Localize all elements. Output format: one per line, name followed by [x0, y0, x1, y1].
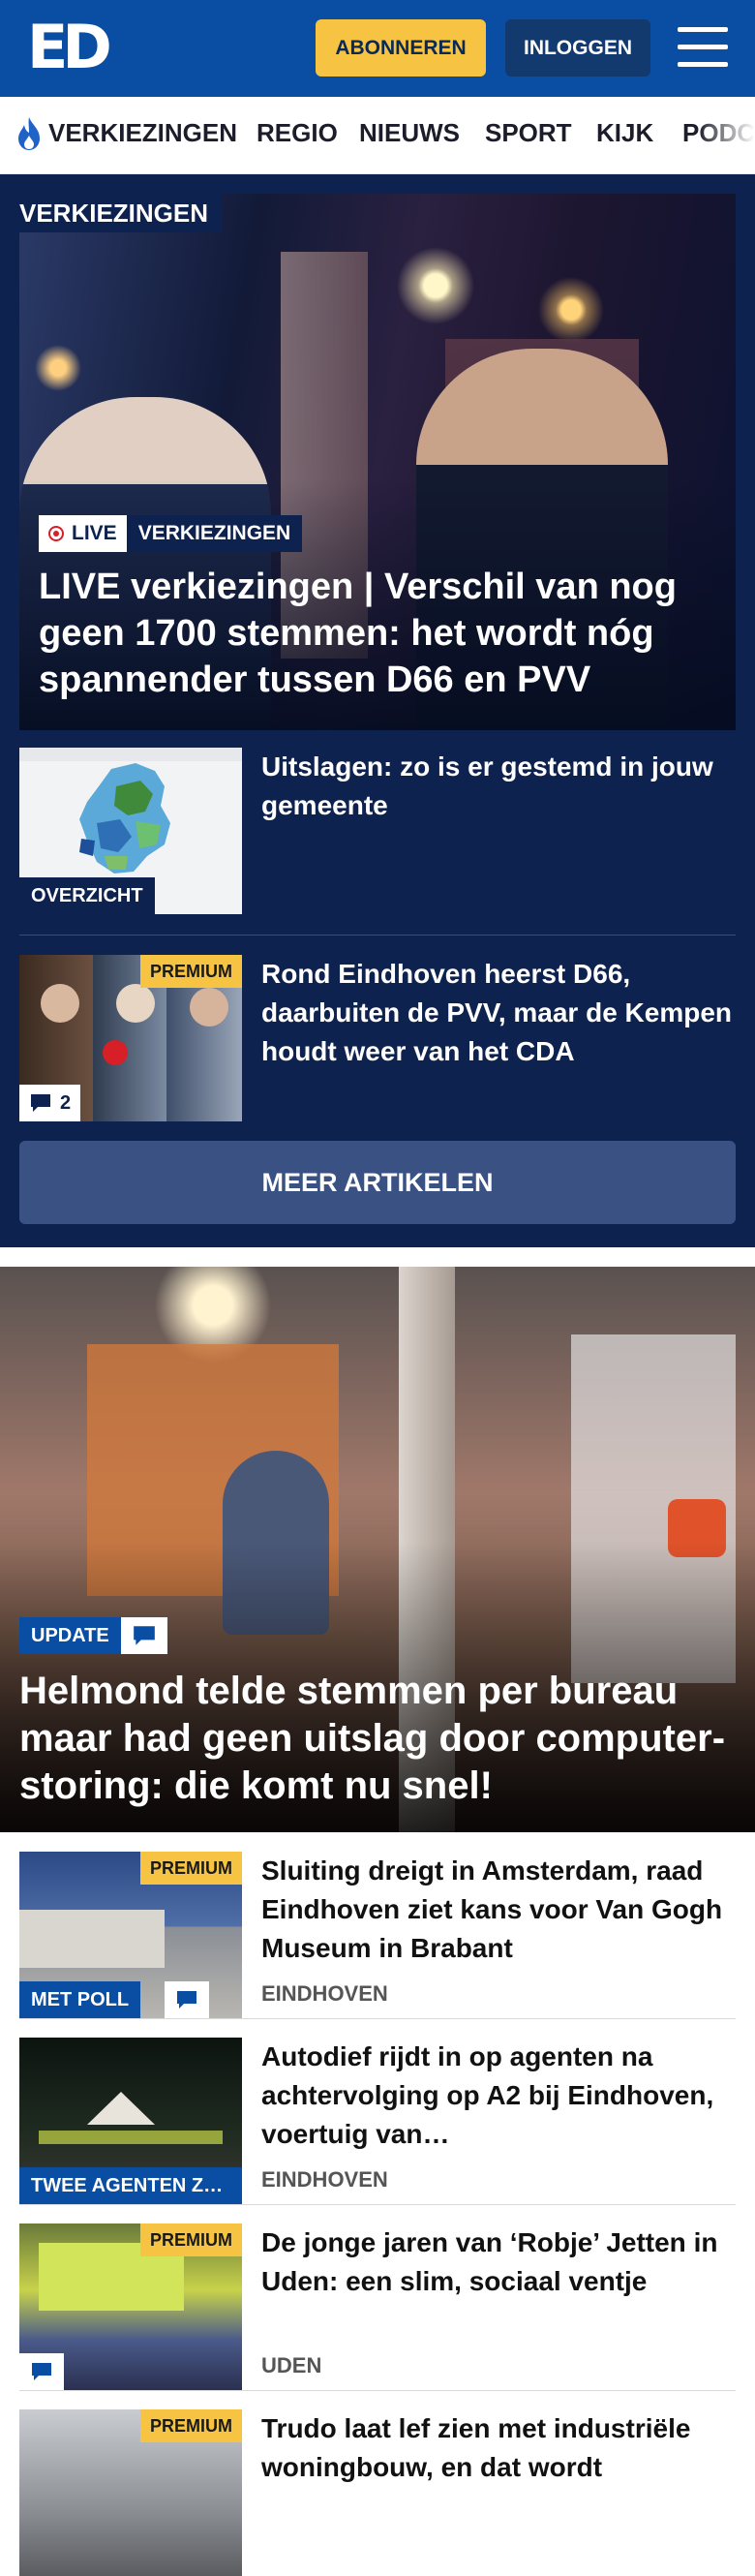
update-badge: UPDATE [19, 1617, 167, 1654]
hero-badges: LIVE VERKIEZINGEN [39, 515, 303, 552]
election-section: VERKIEZINGEN LIVE VERKIEZINGEN LIVE verk… [0, 174, 755, 1247]
hamburger-icon[interactable] [678, 25, 728, 70]
article-thumbnail: OVERZICHT [19, 748, 242, 914]
hero-article[interactable]: VERKIEZINGEN LIVE VERKIEZINGEN LIVE verk… [19, 194, 736, 730]
update-label: UPDATE [19, 1617, 121, 1654]
section-label-box: VERKIEZINGEN [19, 194, 223, 232]
login-button[interactable]: INLOGGEN [505, 19, 650, 77]
subscribe-button[interactable]: ABONNEREN [316, 19, 486, 77]
premium-badge: PREMIUM [140, 2223, 242, 2256]
article-title[interactable]: Autodief rijdt in op agenten na achtervo… [261, 2038, 740, 2154]
list-item[interactable]: TWEE AGENTEN Z… Autodief rijdt in op age… [19, 2038, 736, 2204]
list-item[interactable]: PREMIUM Trudo laat lef zien met indu­str… [19, 2409, 736, 2576]
collage-microphone [103, 1040, 128, 1065]
live-dot-icon [48, 526, 64, 541]
featured-article[interactable]: UPDATE Helmond telde stemmen per bureau … [0, 1267, 755, 1832]
headline-tag: TWEE AGENTEN Z… [19, 2167, 242, 2204]
article-location: EINDHOVEN [261, 1981, 388, 2006]
category-badge: VERKIEZINGEN [126, 515, 303, 552]
article-title[interactable]: De jonge jaren van ‘Robje’ Jetten in Ude… [261, 2223, 740, 2301]
premium-badge: PREMIUM [140, 955, 242, 988]
night-scene-vests [39, 2131, 223, 2144]
comment-icon[interactable] [165, 1981, 209, 2018]
divider [19, 2390, 736, 2391]
overview-tag: OVERZICHT [19, 877, 155, 914]
comment-icon[interactable] [120, 1617, 167, 1654]
nav-item-regio[interactable]: REGIO [257, 118, 338, 148]
top-bar: ED ABONNEREN INLOGGEN [0, 0, 755, 97]
poll-tag: MET POLL [19, 1981, 141, 2018]
section-label: VERKIEZINGEN [19, 198, 209, 228]
article-thumbnail: PREMIUM 2 [19, 955, 242, 1121]
article-title[interactable]: Uitslagen: zo is er gestemd in jouw geme… [261, 748, 745, 825]
nav-item-sport[interactable]: SPORT [485, 118, 572, 148]
article-thumbnail: PREMIUM [19, 2223, 242, 2390]
list-item[interactable]: PREMIUM De jonge jaren van ‘Robje’ Jette… [19, 2223, 736, 2390]
article-thumbnail: PREMIUM [19, 2409, 242, 2576]
comment-icon [31, 1094, 50, 1112]
collage-face-2 [116, 984, 155, 1023]
article-thumbnail: PREMIUM MET POLL [19, 1852, 242, 2018]
article-thumbnail: TWEE AGENTEN Z… [19, 2038, 242, 2204]
logo-text: ED [27, 12, 112, 82]
article-location: EINDHOVEN [261, 2167, 388, 2192]
divider [19, 2018, 736, 2019]
comment-icon[interactable] [19, 2353, 64, 2390]
site-logo[interactable]: ED [27, 17, 112, 77]
nav-item-kijk[interactable]: KIJK [596, 118, 653, 148]
premium-badge: PREMIUM [140, 2409, 242, 2442]
comment-count-badge[interactable]: 2 [19, 1085, 81, 1121]
live-label: LIVE [72, 522, 117, 544]
premium-badge: PREMIUM [140, 1852, 242, 1885]
featured-title[interactable]: Helmond telde stemmen per bureau maar ha… [19, 1668, 740, 1810]
article-title[interactable]: Sluiting dreigt in Amsterdam, raad Eindh… [261, 1852, 740, 1968]
article-title[interactable]: Rond Eindhoven heerst D66, daarbuiten de… [261, 955, 745, 1071]
collage-face-3 [190, 988, 228, 1027]
section-nav: VERKIEZINGEN REGIO NIEUWS SPORT KIJK POD… [0, 97, 755, 174]
nav-item-nieuws[interactable]: NIEUWS [359, 118, 460, 148]
election-article-results[interactable]: OVERZICHT Uitslagen: zo is er gestemd in… [19, 748, 736, 914]
hero-title[interactable]: LIVE verkiezingen | Verschil van nog gee… [39, 564, 726, 703]
nav-fade [697, 97, 755, 173]
nav-item-verkiezingen[interactable]: VERKIEZINGEN [48, 118, 237, 148]
election-article-eindhoven[interactable]: PREMIUM 2 Rond Eindhoven heerst D66, daa… [19, 955, 736, 1121]
divider [19, 2204, 736, 2205]
museum-image-building [19, 1910, 165, 1968]
article-title[interactable]: Trudo laat lef zien met indu­striële won… [261, 2409, 740, 2487]
more-articles-button[interactable]: MEER ARTIKELEN [19, 1141, 736, 1224]
flame-icon [18, 117, 40, 150]
list-item[interactable]: PREMIUM MET POLL Sluiting dreigt in Amst… [19, 1852, 736, 2018]
live-badge: LIVE [39, 515, 127, 552]
collage-face-1 [41, 984, 79, 1023]
comment-count: 2 [60, 1091, 72, 1114]
article-location: UDEN [261, 2353, 322, 2377]
